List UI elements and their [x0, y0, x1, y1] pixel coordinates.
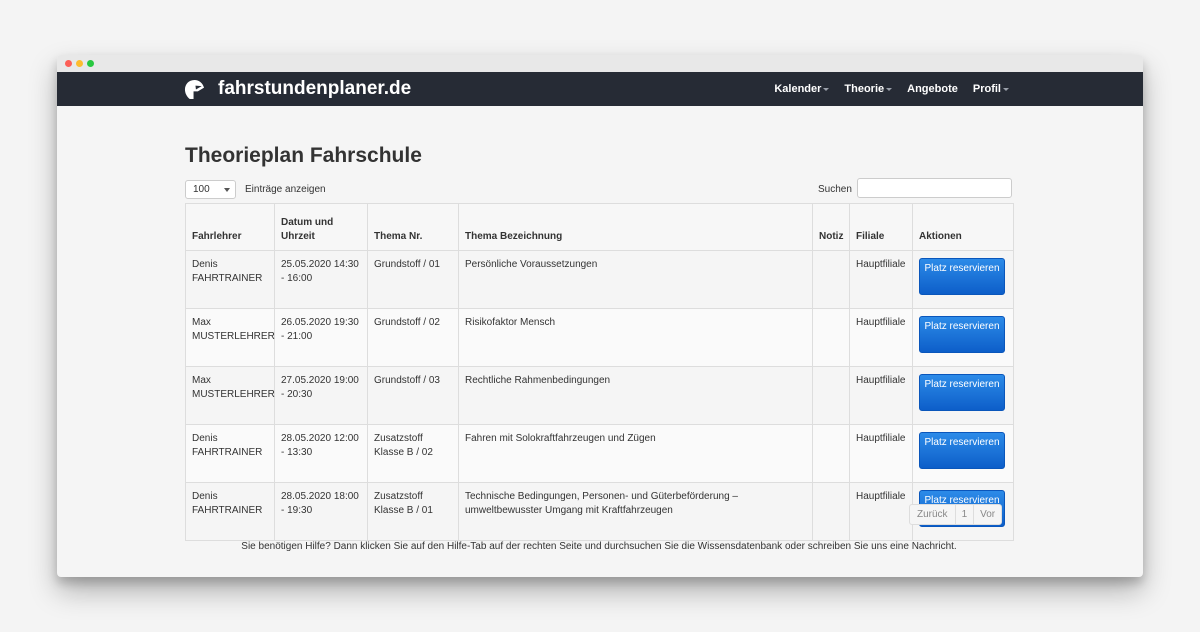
table-row: Denis FAHRTRAINER 28.05.2020 12:00 - 13:3…: [185, 424, 1014, 483]
brand-name[interactable]: fahrstundenplaner.de: [218, 78, 411, 100]
reserve-seat-button[interactable]: Platz reservieren: [919, 316, 1005, 353]
cell-actions: Platz reservieren: [912, 308, 1014, 367]
window-titlebar: [57, 55, 1143, 72]
cell-actions: Platz reservieren: [912, 424, 1014, 483]
nav-item-angebote[interactable]: Angebote: [907, 83, 958, 95]
search-input[interactable]: [857, 178, 1012, 198]
nav-item-label: Profil: [972, 83, 1001, 95]
cell-note: [812, 482, 850, 541]
cell-topic-no: Grundstoff / 02: [367, 308, 459, 367]
top-navbar: fahrstundenplaner.de Kalender Theorie Ange…: [57, 72, 1143, 106]
cell-branch: Hauptfiliale: [849, 366, 913, 425]
cell-topic-no: Grundstoff / 01: [367, 250, 459, 309]
nav-item-profil[interactable]: Profil: [973, 83, 1009, 95]
cell-teacher: Max MUSTERLEHRER: [185, 366, 275, 425]
column-header-datetime[interactable]: Datum und Uhrzeit: [274, 203, 368, 251]
cell-actions: Platz reservieren: [912, 250, 1014, 309]
pagination-prev-button[interactable]: Zurück: [910, 505, 955, 524]
pagination-next-button[interactable]: Vor: [973, 505, 1001, 524]
cell-teacher: Max MUSTERLEHRER: [185, 308, 275, 367]
cell-topic-name: Rechtliche Rahmenbedingungen: [458, 366, 813, 425]
cell-teacher: Denis FAHRTRAINER: [185, 250, 275, 309]
page-title: Theorieplan Fahrschule: [185, 144, 422, 167]
column-header-note[interactable]: Notiz: [812, 203, 850, 251]
cell-branch: Hauptfiliale: [849, 308, 913, 367]
search-label: Suchen: [818, 184, 852, 195]
cell-note: [812, 424, 850, 483]
cell-branch: Hauptfiliale: [849, 424, 913, 483]
cell-datetime: 25.05.2020 14:30 - 16:00: [274, 250, 368, 309]
helmet-logo-icon[interactable]: [184, 79, 205, 100]
reserve-seat-button[interactable]: Platz reservieren: [919, 258, 1005, 295]
maximize-window-dot[interactable]: [87, 60, 94, 67]
table-row: Max MUSTERLEHRER 27.05.2020 19:00 - 20:30…: [185, 366, 1014, 425]
nav-item-theorie[interactable]: Theorie: [844, 83, 893, 95]
cell-note: [812, 250, 850, 309]
cell-branch: Hauptfiliale: [849, 250, 913, 309]
entries-length-value: 100: [193, 184, 210, 195]
table-header-row: Fahrlehrer Datum und Uhrzeit Thema Nr. T…: [185, 203, 1014, 251]
column-header-topic-name[interactable]: Thema Bezeichnung: [458, 203, 813, 251]
column-header-teacher[interactable]: Fahrlehrer: [185, 203, 275, 251]
chevron-down-icon: [224, 188, 230, 192]
column-header-topic-no[interactable]: Thema Nr.: [367, 203, 459, 251]
help-text: Sie benötigen Hilfe? Dann klicken Sie au…: [241, 541, 957, 552]
caret-down-icon: [823, 87, 830, 91]
cell-datetime: 27.05.2020 19:00 - 20:30: [274, 366, 368, 425]
cell-topic-name: Risikofaktor Mensch: [458, 308, 813, 367]
column-header-branch[interactable]: Filiale: [849, 203, 913, 251]
table-row: Denis FAHRTRAINER 25.05.2020 14:30 - 16:0…: [185, 250, 1014, 309]
cell-topic-name: Technische Bedingungen, Personen- und Gü…: [458, 482, 813, 541]
entries-length-label: Einträge anzeigen: [245, 184, 326, 195]
reserve-seat-button[interactable]: Platz reservieren: [919, 432, 1005, 469]
table-row: Denis FAHRTRAINER 28.05.2020 18:00 - 19:3…: [185, 482, 1014, 541]
nav-item-label: Angebote: [907, 83, 958, 95]
close-window-dot[interactable]: [65, 60, 72, 67]
column-header-actions: Aktionen: [912, 203, 1014, 251]
main-nav: Kalender Theorie Angebote Profil: [774, 72, 1009, 106]
nav-item-kalender[interactable]: Kalender: [774, 83, 830, 95]
cell-topic-no: Zusatzstoff Klasse B / 02: [367, 424, 459, 483]
browser-window: fahrstundenplaner.de Kalender Theorie Ange…: [57, 55, 1143, 577]
pagination: Zurück 1 Vor: [909, 504, 1003, 525]
cell-teacher: Denis FAHRTRAINER: [185, 424, 275, 483]
cell-topic-name: Fahren mit Solokraftfahrzeugen und Zügen: [458, 424, 813, 483]
caret-down-icon: [1003, 87, 1009, 91]
cell-note: [812, 308, 850, 367]
cell-datetime: 28.05.2020 12:00 - 13:30: [274, 424, 368, 483]
cell-datetime: 26.05.2020 19:30 - 21:00: [274, 308, 368, 367]
nav-item-label: Theorie: [844, 83, 885, 95]
cell-datetime: 28.05.2020 18:00 - 19:30: [274, 482, 368, 541]
cell-topic-name: Persönliche Voraussetzungen: [458, 250, 813, 309]
entries-length-select[interactable]: 100: [185, 180, 236, 199]
minimize-window-dot[interactable]: [76, 60, 83, 67]
cell-actions: Platz reservieren: [912, 366, 1014, 425]
cell-branch: Hauptfiliale: [849, 482, 913, 541]
reserve-seat-button[interactable]: Platz reservieren: [919, 374, 1005, 411]
nav-item-label: Kalender: [774, 83, 822, 95]
cell-teacher: Denis FAHRTRAINER: [185, 482, 275, 541]
table-row: Max MUSTERLEHRER 26.05.2020 19:30 - 21:00…: [185, 308, 1014, 367]
cell-note: [812, 366, 850, 425]
pagination-page-1[interactable]: 1: [954, 505, 974, 524]
theory-schedule-table: Fahrlehrer Datum und Uhrzeit Thema Nr. T…: [185, 203, 1014, 541]
cell-topic-no: Zusatzstoff Klasse B / 01: [367, 482, 459, 541]
caret-down-icon: [886, 87, 893, 91]
cell-topic-no: Grundstoff / 03: [367, 366, 459, 425]
